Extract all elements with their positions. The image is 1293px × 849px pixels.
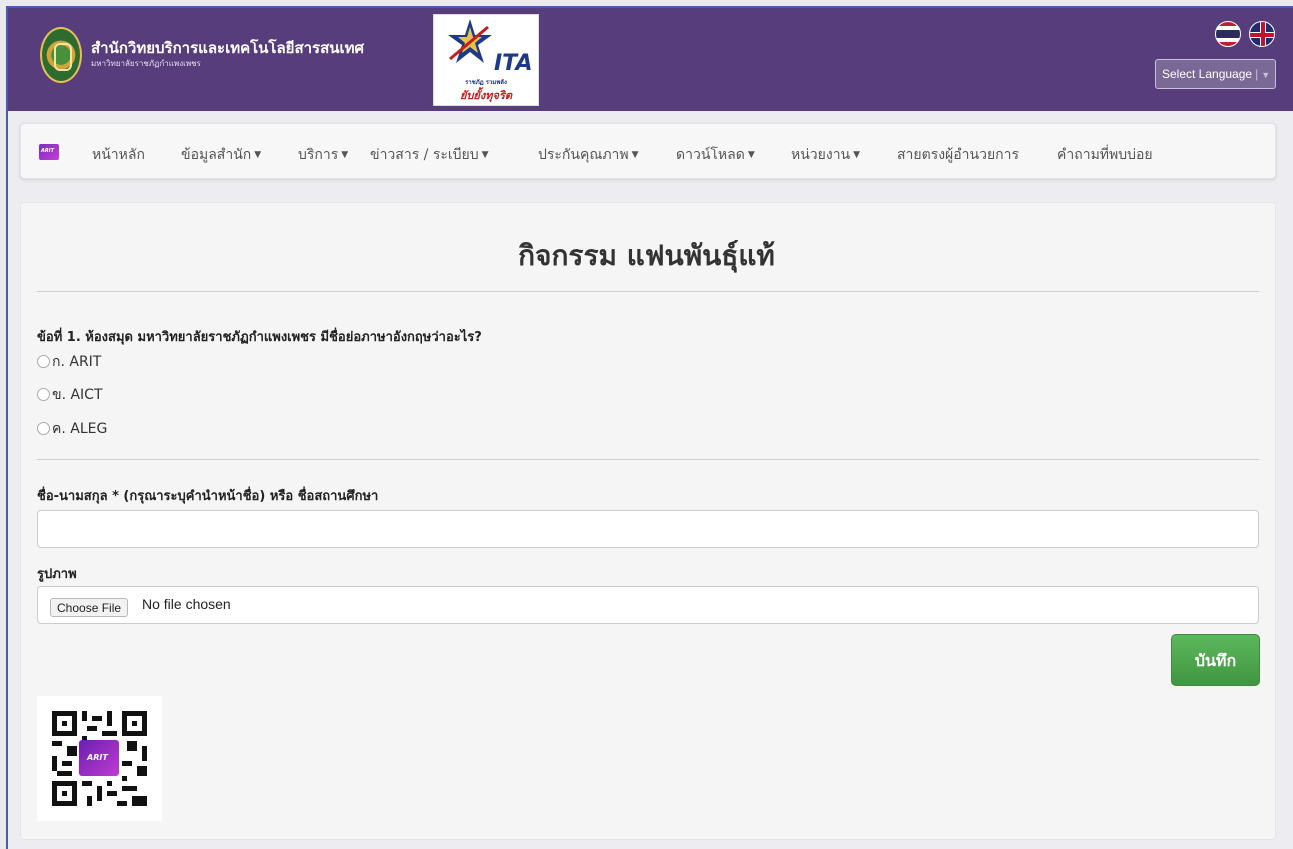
org-subtitle: มหาวิทยาลัยราชภัฏกำแพงเพชร	[91, 59, 201, 68]
language-select-label: Select Language	[1162, 67, 1253, 81]
nav-item-services[interactable]: บริการ ▼	[298, 144, 348, 166]
ita-star-icon	[448, 19, 492, 63]
chevron-down-icon: ▼	[341, 150, 349, 160]
option-a[interactable]: ก. ARIT	[37, 351, 101, 373]
uk-flag-icon[interactable]	[1249, 21, 1275, 47]
radio-option-b[interactable]	[37, 388, 50, 401]
file-status-text: No file chosen	[142, 596, 231, 612]
ita-text: ITA	[494, 51, 533, 76]
nav-item-label: ประกันคุณภาพ	[538, 147, 629, 163]
chevron-down-icon: ▼	[631, 150, 639, 160]
chevron-down-icon: ▼	[1261, 70, 1271, 80]
nav-item-label: หน่วยงาน	[791, 147, 851, 163]
page-title: กิจกรรม แฟนพันธุ์แท้	[518, 239, 775, 272]
nav-item-label: คำถามที่พบบ่อย	[1057, 147, 1153, 163]
nav-item-news[interactable]: ข่าวสาร / ระเบียบ ▼	[370, 144, 489, 166]
nav-item-units[interactable]: หน่วยงาน ▼	[791, 144, 860, 166]
ita-logo[interactable]: ITA ราชภัฏ รวมพลัง ยับยั้งทุจริต	[433, 14, 539, 106]
image-field-label: รูปภาพ	[37, 567, 77, 582]
qr-code-image	[37, 696, 162, 821]
nav-item-label: ข่าวสาร / ระเบียบ	[370, 147, 479, 163]
radio-option-c[interactable]	[37, 422, 50, 435]
divider	[37, 459, 1259, 460]
nav-item-faq[interactable]: คำถามที่พบบ่อย	[1057, 144, 1153, 166]
option-b-label: ข. AICT	[52, 387, 103, 403]
arit-logo-icon	[79, 740, 119, 776]
thai-flag-icon[interactable]	[1215, 21, 1241, 47]
nav-item-label: หน้าหลัก	[92, 147, 145, 163]
chevron-down-icon: ▼	[481, 150, 489, 160]
chevron-down-icon: ▼	[254, 150, 262, 160]
name-input[interactable]	[37, 510, 1259, 548]
main-navbar: หน้าหลัก ข้อมูลสำนัก▼ บริการ▼ ข่าวสาร / …	[20, 123, 1276, 179]
arit-logo-icon[interactable]	[39, 144, 59, 160]
language-select-separator: |	[1255, 67, 1259, 81]
option-c[interactable]: ค. ALEG	[37, 418, 107, 440]
nav-item-label: ดาวน์โหลด	[676, 147, 745, 163]
name-field-label: ชื่อ-นามสกุล * (กรุณาระบุคำนำหน้าชื่อ) ห…	[37, 489, 379, 504]
nav-item-quality[interactable]: ประกันคุณภาพ ▼	[538, 144, 639, 166]
language-select[interactable]: Select Language | ▼	[1155, 59, 1276, 89]
question-text: ข้อที่ 1. ห้องสมุด มหาวิทยาลัยราชภัฏกำแพ…	[37, 330, 482, 345]
nav-item-home[interactable]: หน้าหลัก	[92, 144, 145, 166]
radio-option-a[interactable]	[37, 355, 50, 368]
nav-item-label: บริการ	[298, 147, 339, 163]
option-a-label: ก. ARIT	[52, 354, 102, 370]
divider	[37, 291, 1259, 292]
nav-item-download[interactable]: ดาวน์โหลด ▼	[676, 144, 755, 166]
nav-item-about[interactable]: ข้อมูลสำนัก ▼	[181, 144, 261, 166]
chevron-down-icon: ▼	[747, 150, 755, 160]
ita-slogan-line2: ยับยั้งทุจริต	[460, 89, 512, 102]
option-b[interactable]: ข. AICT	[37, 384, 103, 406]
university-seal-logo[interactable]	[40, 27, 82, 83]
chevron-down-icon: ▼	[853, 150, 861, 160]
nav-item-label: สายตรงผู้อำนวยการ	[897, 147, 1020, 163]
save-button[interactable]: บันทึก	[1171, 634, 1260, 686]
nav-item-label: ข้อมูลสำนัก	[181, 147, 252, 163]
choose-file-button[interactable]: Choose File	[50, 598, 129, 617]
option-c-label: ค. ALEG	[52, 421, 108, 437]
image-file-input[interactable]: Choose File No file chosen	[37, 586, 1259, 624]
nav-item-director-line[interactable]: สายตรงผู้อำนวยการ	[897, 144, 1019, 166]
